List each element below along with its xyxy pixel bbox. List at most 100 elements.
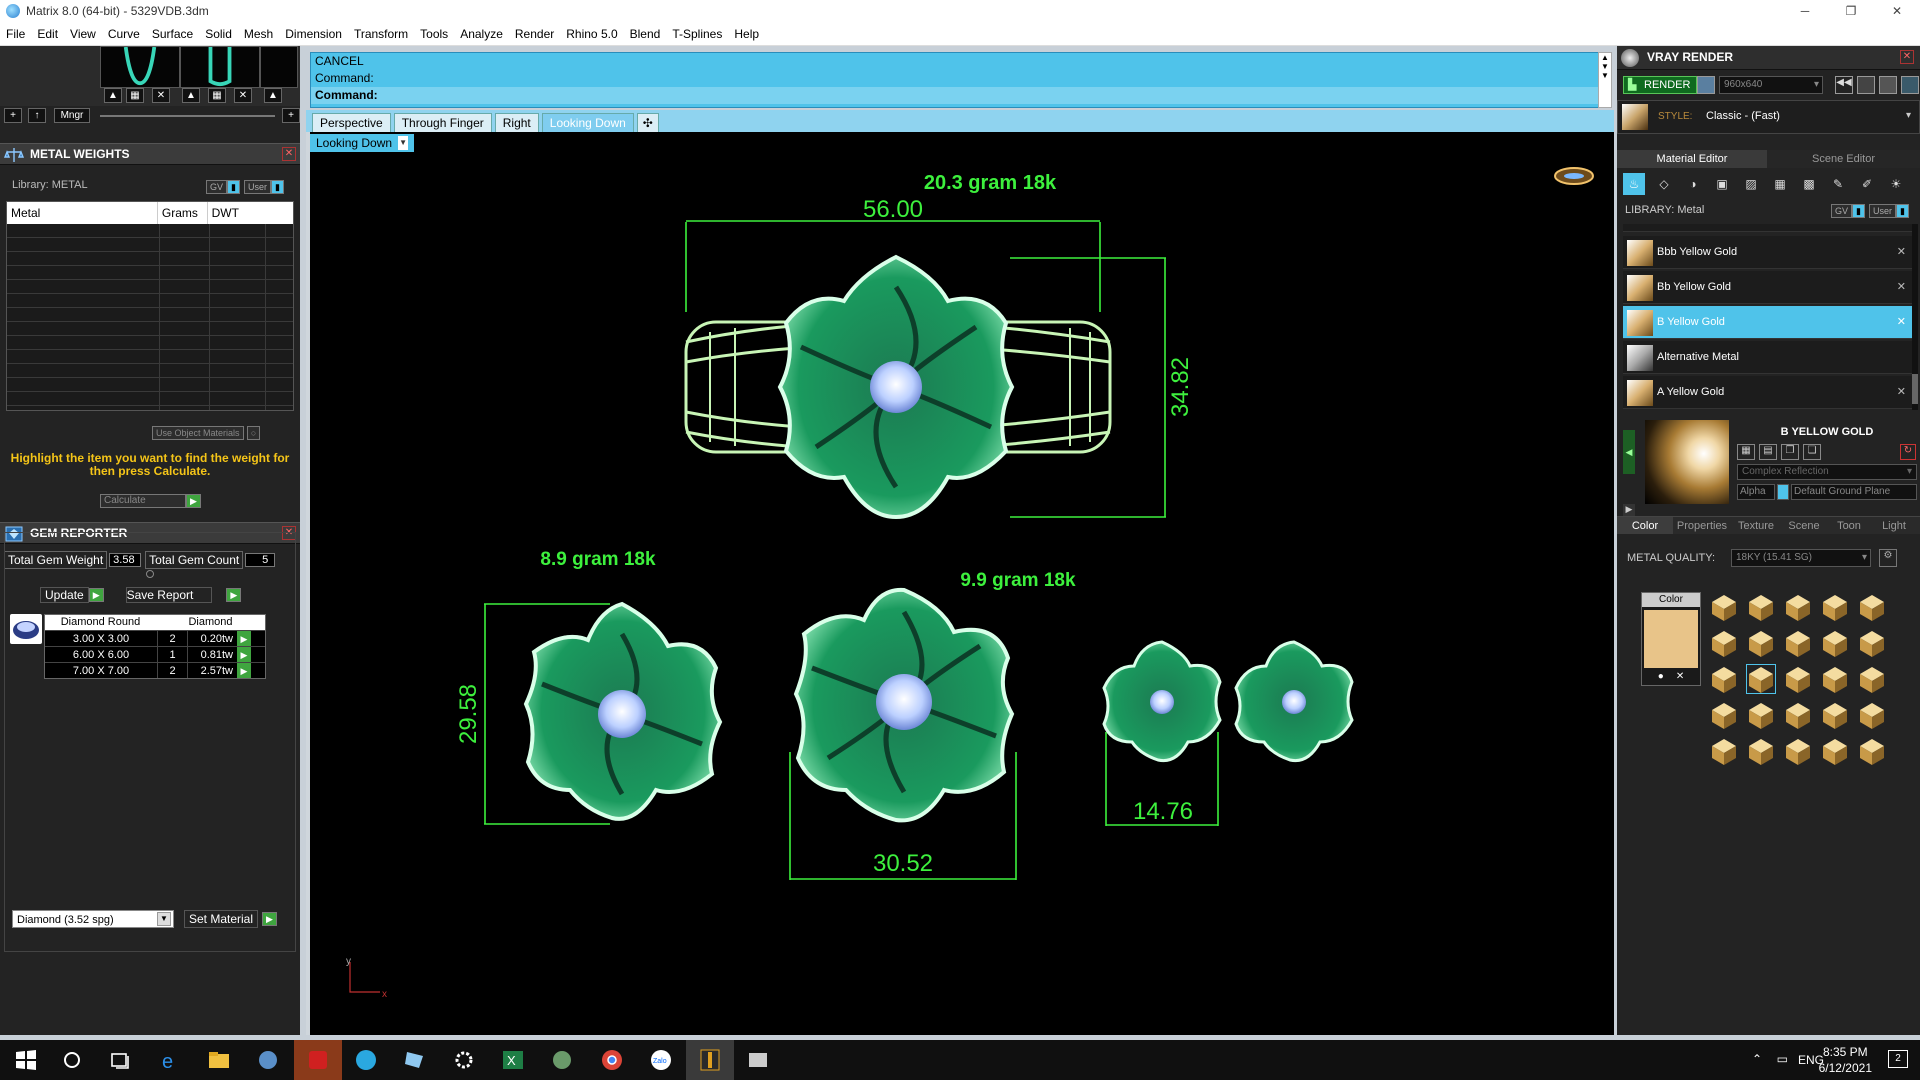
app-icon[interactable] <box>403 1048 427 1072</box>
object-thumbnail[interactable] <box>100 46 180 88</box>
tab-perspective[interactable]: Perspective <box>312 113 391 132</box>
material-list-scrollbar[interactable] <box>1912 224 1918 410</box>
metal-preset-cube[interactable] <box>1746 592 1776 622</box>
camera-icon[interactable] <box>1697 76 1715 94</box>
list-item[interactable]: B Yellow Gold ✕ <box>1623 306 1918 339</box>
play-icon[interactable]: ▶ <box>237 663 251 678</box>
chevron-down-icon[interactable]: ▼ <box>157 912 171 926</box>
list-item[interactable]: Bbb Yellow Gold ✕ <box>1623 236 1918 269</box>
menu-curve[interactable]: Curve <box>102 27 146 41</box>
collapse-left-icon[interactable]: ◀ <box>1623 430 1635 474</box>
restore-button[interactable]: ❐ <box>1828 0 1874 22</box>
menu-render[interactable]: Render <box>509 27 560 41</box>
minimize-button[interactable]: ─ <box>1782 0 1828 22</box>
metal-preset-cube[interactable] <box>1820 736 1850 766</box>
menu-solid[interactable]: Solid <box>199 27 238 41</box>
file-explorer-icon[interactable] <box>207 1048 231 1072</box>
table-row[interactable]: 7.00 X 7.00 2 2.57tw ▶ <box>45 662 265 678</box>
metal-preset-cube[interactable] <box>1783 628 1813 658</box>
settings-icon[interactable]: ⚙ <box>1879 549 1897 567</box>
set-material-button[interactable]: Set Material <box>184 910 259 928</box>
metal-preset-cube[interactable] <box>1857 628 1887 658</box>
metal-preset-cube[interactable] <box>1820 592 1850 622</box>
app-icon[interactable] <box>256 1048 280 1072</box>
grid-icon[interactable]: ▤ <box>1759 444 1777 460</box>
menu-mesh[interactable]: Mesh <box>238 27 279 41</box>
metal-preset-cube[interactable] <box>1709 700 1739 730</box>
brush-icon[interactable]: ✐ <box>1857 177 1877 191</box>
user-checkbox[interactable]: ▮ <box>1895 204 1909 218</box>
zalo-icon[interactable]: Zalo <box>649 1048 673 1072</box>
metal-preset-grid[interactable] <box>1709 592 1895 772</box>
metal-preset-cube[interactable] <box>1746 736 1776 766</box>
menu-help[interactable]: Help <box>728 27 765 41</box>
close-icon[interactable]: ✕ <box>282 147 296 161</box>
diamond-icon[interactable]: ◇ <box>1654 177 1674 191</box>
grid-icon[interactable] <box>1901 76 1919 94</box>
thumbnail-slider[interactable] <box>100 115 275 117</box>
menu-view[interactable]: View <box>64 27 102 41</box>
save-icon[interactable]: ▦ <box>208 88 226 103</box>
tab-right[interactable]: Right <box>494 113 539 132</box>
move-up-icon[interactable]: ▲ <box>182 88 200 103</box>
list-item[interactable]: Alternative Metal <box>1623 341 1918 374</box>
clear-color-icon[interactable]: ✕ <box>1676 671 1684 682</box>
viewport[interactable]: 56.00 34.82 29.58 30.52 14.76 20.3 gram … <box>306 132 1614 1035</box>
tab-material-editor[interactable]: Material Editor <box>1617 150 1767 168</box>
gv-checkbox[interactable]: ▮ <box>1852 204 1865 218</box>
metal-preset-cube[interactable] <box>1783 700 1813 730</box>
use-object-materials-button[interactable]: Use Object Materials <box>152 426 244 440</box>
list-icon[interactable] <box>1879 76 1897 94</box>
save-icon[interactable]: ▦ <box>1737 444 1755 460</box>
menu-transform[interactable]: Transform <box>348 27 414 41</box>
use-object-materials-checkbox[interactable]: ○ <box>246 426 261 440</box>
tab-toon[interactable]: Toon <box>1827 517 1871 534</box>
object-thumbnail[interactable] <box>180 46 260 88</box>
column-header-diamond[interactable]: Diamond <box>156 615 265 630</box>
move-up-icon[interactable]: ▲ <box>264 88 282 103</box>
menu-file[interactable]: File <box>0 27 31 41</box>
network-icon[interactable]: ▭ <box>1777 1052 1788 1066</box>
menu-surface[interactable]: Surface <box>146 27 199 41</box>
close-icon[interactable]: ✕ <box>1897 306 1906 339</box>
user-checkbox[interactable]: ▮ <box>270 180 284 194</box>
user-toggle[interactable]: User <box>243 180 271 194</box>
metal-preset-cube[interactable] <box>1709 664 1739 694</box>
metal-preset-cube[interactable] <box>1820 664 1850 694</box>
menu-edit[interactable]: Edit <box>31 27 64 41</box>
paint-icon[interactable]: ✎ <box>1828 177 1848 191</box>
play-icon[interactable]: ▶ <box>237 647 251 662</box>
edge-browser-icon[interactable]: e <box>158 1048 182 1072</box>
clock[interactable]: 8:35 PM 6/12/2021 <box>1819 1044 1872 1076</box>
gv-checkbox[interactable]: ▮ <box>227 180 240 194</box>
gem-table[interactable]: Diamond Round Diamond 3.00 X 3.00 2 0.20… <box>44 614 266 679</box>
style-select[interactable]: STYLE: Classic - (Fast) ▾ <box>1617 100 1920 134</box>
settings-icon[interactable] <box>452 1048 476 1072</box>
grid-icon[interactable]: ▦ <box>1770 177 1790 191</box>
delete-icon[interactable]: ✕ <box>234 88 252 103</box>
stud-earring-left[interactable] <box>1102 640 1222 763</box>
move-up-icon[interactable]: ▲ <box>104 88 122 103</box>
update-button[interactable]: Update <box>40 587 89 603</box>
sphere-icon[interactable]: ◑ <box>1683 177 1703 191</box>
ground-plane-select[interactable]: Default Ground Plane <box>1791 484 1917 500</box>
reflection-select[interactable]: Complex Reflection ▾ <box>1737 464 1917 480</box>
earring-flower[interactable] <box>523 601 723 821</box>
list-item[interactable]: Bb Yellow Gold ✕ <box>1623 271 1918 304</box>
metal-preset-cube[interactable] <box>1820 700 1850 730</box>
command-prompt[interactable]: Command: <box>311 87 1599 104</box>
render-button[interactable]: ▙ RENDER <box>1623 76 1698 94</box>
tab-texture[interactable]: Texture <box>1731 517 1781 534</box>
manager-button[interactable]: Mngr <box>54 108 90 123</box>
add-icon[interactable]: + <box>282 108 300 123</box>
frame-icon[interactable] <box>1857 76 1875 94</box>
column-header-dwt[interactable]: DWT <box>208 202 293 224</box>
fire-icon[interactable]: ♨ <box>1623 173 1645 195</box>
play-icon[interactable]: ▶ <box>237 631 251 646</box>
alpha-checkbox[interactable] <box>1777 484 1789 500</box>
play-icon[interactable]: ▶ <box>88 588 104 602</box>
column-header-diamond-round[interactable]: Diamond Round <box>45 615 156 630</box>
gv-toggle[interactable]: GV <box>206 180 228 194</box>
color-swatch[interactable] <box>1644 610 1698 668</box>
app-icon[interactable] <box>746 1048 770 1072</box>
